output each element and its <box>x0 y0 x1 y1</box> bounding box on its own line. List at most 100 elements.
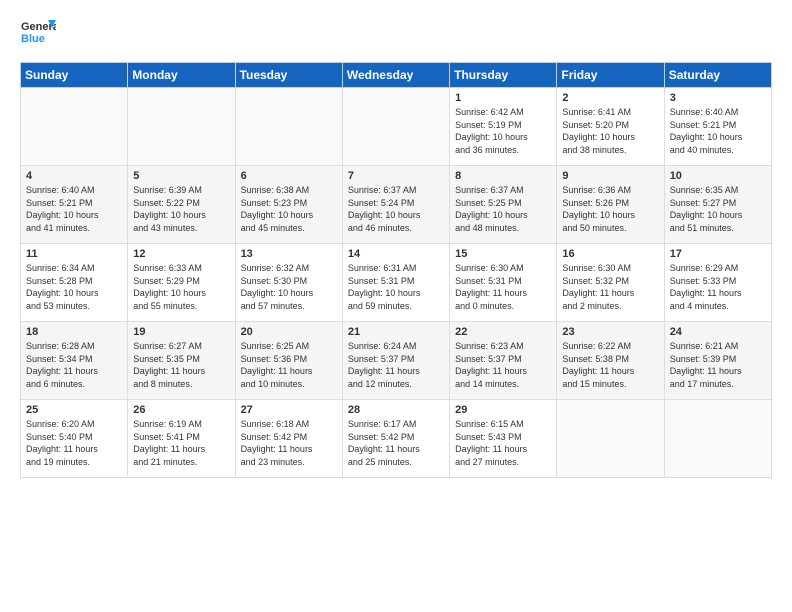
weekday-header-sunday: Sunday <box>21 63 128 88</box>
day-number: 28 <box>348 404 444 416</box>
day-info: Sunrise: 6:35 AMSunset: 5:27 PMDaylight:… <box>670 184 766 234</box>
weekday-header-monday: Monday <box>128 63 235 88</box>
calendar-cell: 9 Sunrise: 6:36 AMSunset: 5:26 PMDaylight… <box>557 166 664 244</box>
day-info: Sunrise: 6:15 AMSunset: 5:43 PMDaylight:… <box>455 418 551 468</box>
day-info: Sunrise: 6:31 AMSunset: 5:31 PMDaylight:… <box>348 262 444 312</box>
calendar-cell: 23 Sunrise: 6:22 AMSunset: 5:38 PMDayligh… <box>557 322 664 400</box>
day-number: 15 <box>455 248 551 260</box>
calendar-cell: 6 Sunrise: 6:38 AMSunset: 5:23 PMDaylight… <box>235 166 342 244</box>
logo: General Blue <box>20 16 56 52</box>
day-info: Sunrise: 6:30 AMSunset: 5:31 PMDaylight:… <box>455 262 551 312</box>
day-info: Sunrise: 6:39 AMSunset: 5:22 PMDaylight:… <box>133 184 229 234</box>
day-info: Sunrise: 6:38 AMSunset: 5:23 PMDaylight:… <box>241 184 337 234</box>
calendar-cell: 8Sunrise: 6:37 AMSunset: 5:25 PMDaylight… <box>450 166 557 244</box>
weekday-header-thursday: Thursday <box>450 63 557 88</box>
calendar-cell: 17Sunrise: 6:29 AMSunset: 5:33 PMDayligh… <box>664 244 771 322</box>
calendar-cell: 2Sunrise: 6:41 AMSunset: 5:20 PMDaylight… <box>557 88 664 166</box>
week-row-0: 1 Sunrise: 6:42 AMSunset: 5:19 PMDaylight… <box>21 88 772 166</box>
calendar-cell: 26 Sunrise: 6:19 AMSunset: 5:41 PMDayligh… <box>128 400 235 478</box>
day-number: 21 <box>348 326 444 338</box>
calendar-cell <box>557 400 664 478</box>
calendar-cell: 12 Sunrise: 6:33 AMSunset: 5:29 PMDayligh… <box>128 244 235 322</box>
day-number: 3 <box>670 92 766 104</box>
week-row-2: 11 Sunrise: 6:34 AMSunset: 5:28 PMDayligh… <box>21 244 772 322</box>
day-number: 25 <box>26 404 122 416</box>
day-info: Sunrise: 6:22 AMSunset: 5:38 PMDaylight:… <box>562 340 658 390</box>
day-info: Sunrise: 6:30 AMSunset: 5:32 PMDaylight:… <box>562 262 658 312</box>
day-number: 9 <box>562 170 658 182</box>
calendar-table: SundayMondayTuesdayWednesdayThursdayFrid… <box>20 62 772 478</box>
day-number: 29 <box>455 404 551 416</box>
day-number: 22 <box>455 326 551 338</box>
day-number: 23 <box>562 326 658 338</box>
week-row-1: 4 Sunrise: 6:40 AMSunset: 5:21 PMDaylight… <box>21 166 772 244</box>
logo-svg: General Blue <box>20 16 56 52</box>
day-number: 12 <box>133 248 229 260</box>
calendar-body: 1 Sunrise: 6:42 AMSunset: 5:19 PMDaylight… <box>21 88 772 478</box>
day-number: 4 <box>26 170 122 182</box>
weekday-header-tuesday: Tuesday <box>235 63 342 88</box>
day-info: Sunrise: 6:40 AMSunset: 5:21 PMDaylight:… <box>26 184 122 234</box>
weekday-header-friday: Friday <box>557 63 664 88</box>
calendar-cell: 1 Sunrise: 6:42 AMSunset: 5:19 PMDaylight… <box>450 88 557 166</box>
calendar-cell <box>21 88 128 166</box>
week-row-4: 25 Sunrise: 6:20 AMSunset: 5:40 PMDayligh… <box>21 400 772 478</box>
calendar-cell: 3Sunrise: 6:40 AMSunset: 5:21 PMDaylight… <box>664 88 771 166</box>
day-info: Sunrise: 6:32 AMSunset: 5:30 PMDaylight:… <box>241 262 337 312</box>
calendar-cell <box>342 88 449 166</box>
day-number: 6 <box>241 170 337 182</box>
day-info: Sunrise: 6:34 AMSunset: 5:28 PMDaylight:… <box>26 262 122 312</box>
calendar-cell: 25 Sunrise: 6:20 AMSunset: 5:40 PMDayligh… <box>21 400 128 478</box>
calendar-cell: 27 Sunrise: 6:18 AMSunset: 5:42 PMDayligh… <box>235 400 342 478</box>
day-info: Sunrise: 6:42 AMSunset: 5:19 PMDaylight:… <box>455 106 551 156</box>
calendar-cell: 15 Sunrise: 6:30 AMSunset: 5:31 PMDayligh… <box>450 244 557 322</box>
day-info: Sunrise: 6:18 AMSunset: 5:42 PMDaylight:… <box>241 418 337 468</box>
weekday-header-wednesday: Wednesday <box>342 63 449 88</box>
day-number: 2 <box>562 92 658 104</box>
day-number: 26 <box>133 404 229 416</box>
calendar-cell: 19Sunrise: 6:27 AMSunset: 5:35 PMDayligh… <box>128 322 235 400</box>
calendar-cell <box>128 88 235 166</box>
calendar-cell: 16Sunrise: 6:30 AMSunset: 5:32 PMDayligh… <box>557 244 664 322</box>
day-number: 11 <box>26 248 122 260</box>
day-info: Sunrise: 6:23 AMSunset: 5:37 PMDaylight:… <box>455 340 551 390</box>
day-info: Sunrise: 6:33 AMSunset: 5:29 PMDaylight:… <box>133 262 229 312</box>
day-info: Sunrise: 6:37 AMSunset: 5:24 PMDaylight:… <box>348 184 444 234</box>
day-number: 27 <box>241 404 337 416</box>
weekday-header-saturday: Saturday <box>664 63 771 88</box>
day-info: Sunrise: 6:24 AMSunset: 5:37 PMDaylight:… <box>348 340 444 390</box>
day-info: Sunrise: 6:17 AMSunset: 5:42 PMDaylight:… <box>348 418 444 468</box>
calendar-cell: 13 Sunrise: 6:32 AMSunset: 5:30 PMDayligh… <box>235 244 342 322</box>
day-number: 13 <box>241 248 337 260</box>
calendar-cell: 20Sunrise: 6:25 AMSunset: 5:36 PMDayligh… <box>235 322 342 400</box>
week-row-3: 18Sunrise: 6:28 AMSunset: 5:34 PMDayligh… <box>21 322 772 400</box>
day-info: Sunrise: 6:25 AMSunset: 5:36 PMDaylight:… <box>241 340 337 390</box>
calendar-cell: 21 Sunrise: 6:24 AMSunset: 5:37 PMDayligh… <box>342 322 449 400</box>
day-info: Sunrise: 6:19 AMSunset: 5:41 PMDaylight:… <box>133 418 229 468</box>
day-info: Sunrise: 6:21 AMSunset: 5:39 PMDaylight:… <box>670 340 766 390</box>
day-number: 24 <box>670 326 766 338</box>
day-number: 14 <box>348 248 444 260</box>
calendar-cell: 7 Sunrise: 6:37 AMSunset: 5:24 PMDaylight… <box>342 166 449 244</box>
day-number: 7 <box>348 170 444 182</box>
day-number: 17 <box>670 248 766 260</box>
day-number: 1 <box>455 92 551 104</box>
calendar-cell: 22 Sunrise: 6:23 AMSunset: 5:37 PMDayligh… <box>450 322 557 400</box>
day-info: Sunrise: 6:28 AMSunset: 5:34 PMDaylight:… <box>26 340 122 390</box>
calendar-cell: 10 Sunrise: 6:35 AMSunset: 5:27 PMDayligh… <box>664 166 771 244</box>
day-info: Sunrise: 6:27 AMSunset: 5:35 PMDaylight:… <box>133 340 229 390</box>
day-info: Sunrise: 6:20 AMSunset: 5:40 PMDaylight:… <box>26 418 122 468</box>
header: General Blue <box>20 16 772 52</box>
calendar-cell: 24 Sunrise: 6:21 AMSunset: 5:39 PMDayligh… <box>664 322 771 400</box>
calendar-header-row: SundayMondayTuesdayWednesdayThursdayFrid… <box>21 63 772 88</box>
calendar-cell: 28 Sunrise: 6:17 AMSunset: 5:42 PMDayligh… <box>342 400 449 478</box>
day-info: Sunrise: 6:37 AMSunset: 5:25 PMDaylight:… <box>455 184 551 234</box>
calendar-cell: 18Sunrise: 6:28 AMSunset: 5:34 PMDayligh… <box>21 322 128 400</box>
day-number: 5 <box>133 170 229 182</box>
calendar-cell <box>235 88 342 166</box>
page: General Blue SundayMondayTuesdayWednesda… <box>0 0 792 612</box>
day-info: Sunrise: 6:36 AMSunset: 5:26 PMDaylight:… <box>562 184 658 234</box>
calendar-cell: 5 Sunrise: 6:39 AMSunset: 5:22 PMDaylight… <box>128 166 235 244</box>
calendar-cell: 14 Sunrise: 6:31 AMSunset: 5:31 PMDayligh… <box>342 244 449 322</box>
day-number: 10 <box>670 170 766 182</box>
